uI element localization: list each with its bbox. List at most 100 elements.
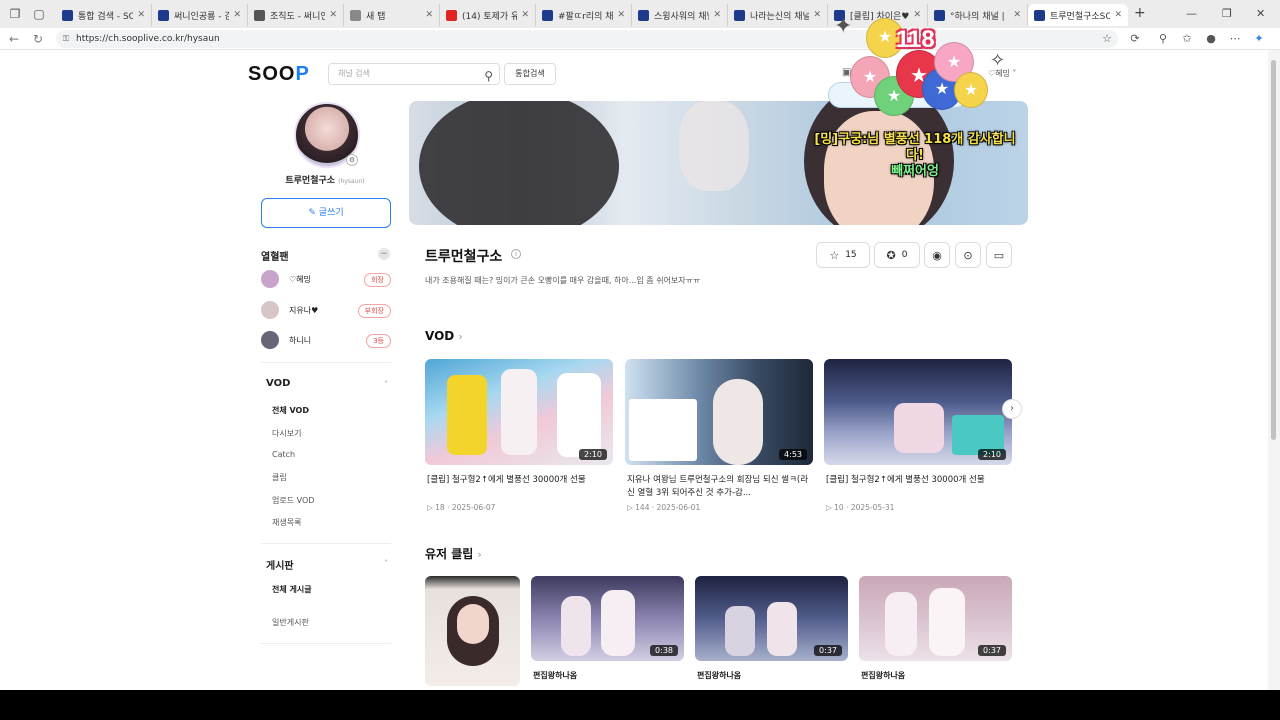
favorites-icon[interactable]: ✩ — [1180, 32, 1194, 46]
vod-thumbnail[interactable]: 4:53 — [625, 359, 813, 465]
search-icon[interactable]: ⚲ — [484, 66, 493, 86]
vod-thumbnail[interactable]: 2:10 — [425, 359, 613, 465]
close-icon[interactable]: ✕ — [233, 10, 241, 20]
sidebar-item-replay[interactable]: 다시보기 — [272, 428, 301, 439]
close-icon[interactable]: ✕ — [617, 10, 625, 20]
alert-subline: 빼쩌어엉 — [891, 164, 939, 179]
tab-favicon — [734, 9, 745, 21]
workspaces-icon[interactable]: ❐ — [8, 7, 22, 21]
clip-thumbnail[interactable]: 0:37 — [859, 576, 1012, 661]
copilot-icon[interactable]: ✦ — [1252, 32, 1266, 46]
close-icon[interactable]: ✕ — [425, 10, 433, 20]
restore-icon[interactable]: ❐ — [1222, 7, 1232, 20]
channel-search-input[interactable]: 채널 검색 ⚲ — [328, 63, 500, 85]
browser-tab[interactable]: 써니인공룡 - 검 ✕ — [152, 4, 248, 26]
thumbnail-figure — [629, 399, 697, 461]
fan-item[interactable]: 지유나♥ 부회장 — [261, 301, 391, 321]
dots-icon: ⊙ — [963, 248, 973, 262]
minimize-icon[interactable]: — — [1186, 7, 1197, 20]
subscribe-button[interactable]: ✪ 0 — [874, 242, 920, 268]
vod-menu-title[interactable]: VOD — [266, 378, 290, 389]
menu-icon[interactable]: ⋯ — [1228, 32, 1242, 46]
duration-badge: 2:10 — [978, 449, 1006, 460]
tab-title: 스윙사워의 채널 — [654, 11, 710, 22]
clip-thumbnail[interactable]: 0:38 — [531, 576, 684, 661]
chevron-up-icon[interactable]: ˄ — [384, 559, 388, 568]
share-button[interactable]: ▭ — [986, 242, 1012, 268]
new-tab-button[interactable]: + — [1134, 5, 1146, 21]
sidebar-item-all-posts[interactable]: 전체 게시글 — [272, 584, 312, 595]
integrated-search-button[interactable]: 통합검색 — [504, 63, 556, 85]
browser-tab[interactable]: 새 탭 ✕ — [344, 4, 440, 26]
tab-title: 새 탭 — [366, 11, 386, 22]
channel-handle: (hysaun) — [338, 178, 365, 185]
info-icon[interactable]: i — [511, 249, 521, 259]
fan-rank-badge: 3등 — [366, 334, 391, 348]
vod-title[interactable]: [클립] 철구형2↑에게 별풍선 30000개 선물 — [826, 474, 1012, 487]
browser-tab[interactable]: 조직도 - 써니인 ✕ — [248, 4, 344, 26]
back-icon[interactable]: ← — [6, 31, 22, 47]
view-count: 144 — [635, 503, 650, 512]
close-icon[interactable]: ✕ — [1114, 10, 1122, 20]
carousel-next-icon[interactable]: › — [1002, 399, 1022, 419]
vod-title[interactable]: [클립] 철구형2↑에게 별풍선 30000개 선물 — [427, 474, 613, 487]
tab-title: (14) 토제가 유도 — [462, 11, 517, 22]
more-button[interactable]: ⊙ — [955, 242, 981, 268]
close-icon[interactable]: ✕ — [521, 10, 529, 20]
page-scrollbar[interactable] — [1268, 50, 1280, 690]
clip-title[interactable]: 편집왕하나옴 — [697, 670, 741, 681]
board-menu-title[interactable]: 게시판 — [266, 557, 294, 572]
favorite-button[interactable]: ☆ 15 — [816, 242, 870, 268]
sidebar-item-catch[interactable]: Catch — [272, 450, 295, 459]
browser-tab[interactable]: #팔ㄸr리의 채널✕ — [536, 4, 632, 26]
clip-thumbnail[interactable]: 0:37 — [695, 576, 848, 661]
close-icon[interactable]: ✕ — [813, 10, 821, 20]
search-placeholder: 채널 검색 — [338, 69, 370, 78]
page-content: SOOP 채널 검색 ⚲ 통합검색 ▣ ♡혜밍 ˅ ⚙ 트루먼철구소 (hysau… — [0, 50, 1268, 690]
settings-badge-icon[interactable]: ⚙ — [346, 154, 358, 166]
notification-button[interactable]: ◉ — [924, 242, 950, 268]
vod-title[interactable]: 지유나 여왕님 트루먼철구소의 회장님 되신 썰ㅋ(라신 열혈 3위 되어주신 … — [627, 474, 813, 500]
fan-item[interactable]: ♡혜밍 회장 — [261, 270, 391, 290]
profile-icon[interactable]: ● — [1204, 32, 1218, 46]
chevron-up-icon[interactable]: ˄ — [384, 380, 388, 389]
browser-tab-active[interactable]: 트루먼철구소SC ✕ — [1028, 4, 1128, 26]
browser-tab[interactable]: 스윙사워의 채널 ✕ — [632, 4, 728, 26]
tab-strip: ❐ ▢ 통합 검색 - SOO✕ 써니인공룡 - 검✕ 조직도 - 써니인✕ 새… — [0, 0, 1280, 28]
sidebar-item-all-vod[interactable]: 전체 VOD — [272, 405, 309, 416]
browser-tab[interactable]: 나라는신의 채널 ✕ — [728, 4, 828, 26]
user-clips-section-title[interactable]: 유저 클립 › — [425, 545, 482, 562]
close-icon[interactable]: ✕ — [1013, 10, 1021, 20]
clip-title[interactable]: 편집왕하나옴 — [861, 670, 905, 681]
sidebar-item-clip[interactable]: 클립 — [272, 472, 287, 483]
sidebar-item-playlist[interactable]: 재생목록 — [272, 517, 301, 528]
vod-meta: ▷ 18 · 2025-06-07 — [427, 503, 496, 512]
tab-favicon — [62, 9, 73, 21]
bookmark-star-icon[interactable]: ☆ — [1100, 32, 1114, 46]
soop-logo[interactable]: SOOP — [248, 63, 310, 86]
clip-title[interactable]: 편집왕하나옴 — [533, 670, 577, 681]
avatar — [261, 331, 279, 349]
sidebar-item-upload-vod[interactable]: 업로드 VOD — [272, 495, 314, 506]
site-info-icon[interactable]: ⚿ — [63, 30, 69, 48]
close-icon[interactable]: ✕ — [137, 10, 145, 20]
close-window-icon[interactable]: ✕ — [1256, 7, 1265, 20]
fan-item[interactable]: 하니니 3등 — [261, 331, 391, 351]
browser-tab[interactable]: (14) 토제가 유도 ✕ — [440, 4, 536, 26]
scrollbar-thumb[interactable] — [1271, 60, 1276, 440]
thumbnail-figure — [929, 588, 965, 656]
write-post-button[interactable]: ✎ 글쓰기 — [261, 198, 391, 228]
refresh-icon[interactable]: ↻ — [30, 31, 46, 47]
close-icon[interactable]: ✕ — [329, 10, 337, 20]
close-icon[interactable]: ✕ — [713, 10, 721, 20]
tab-favicon — [158, 9, 169, 21]
sidebar-item-general-board[interactable]: 일반게시판 — [272, 617, 309, 628]
extension-icon[interactable]: ⟳ — [1128, 32, 1142, 46]
vod-section-title[interactable]: VOD › — [425, 329, 463, 343]
vod-thumbnail[interactable]: 2:10 — [824, 359, 1012, 465]
expand-fans-icon[interactable]: − — [378, 248, 390, 260]
browser-tab[interactable]: 통합 검색 - SOO ✕ — [56, 4, 152, 26]
vertical-tabs-icon[interactable]: ▢ — [32, 7, 46, 21]
clip-thumbnail[interactable] — [425, 576, 520, 686]
extension-icon[interactable]: ⚲ — [1156, 32, 1170, 46]
